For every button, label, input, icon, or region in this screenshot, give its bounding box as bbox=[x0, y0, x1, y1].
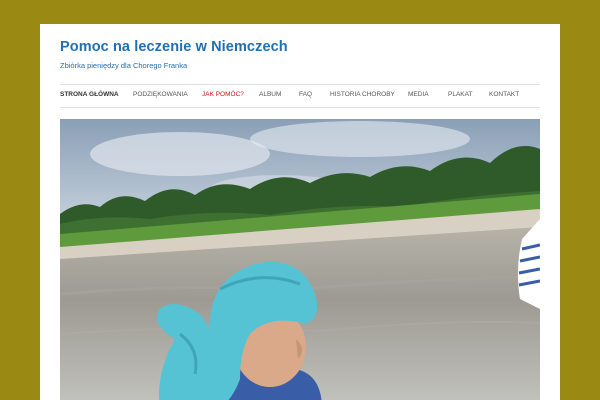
header-image bbox=[60, 119, 540, 400]
site-description: Zbiórka pieniędzy dla Chorego Franka bbox=[60, 61, 188, 70]
page-container: Pomoc na leczenie w Niemczech Zbiórka pi… bbox=[40, 24, 560, 400]
nav-item-media[interactable]: MEDIA bbox=[408, 91, 429, 98]
site-title[interactable]: Pomoc na leczenie w Niemczech bbox=[60, 39, 288, 55]
nav-item-contact[interactable]: KONTAKT bbox=[489, 91, 519, 98]
nav-item-history[interactable]: HISTORIA CHOROBY bbox=[330, 91, 395, 98]
nav-item-thanks[interactable]: PODZIĘKOWANIA bbox=[133, 91, 188, 98]
nav-item-how-to-help[interactable]: JAK POMÓC? bbox=[202, 91, 244, 98]
nav-item-album[interactable]: ALBUM bbox=[259, 91, 281, 98]
nav-item-poster[interactable]: PLAKAT bbox=[448, 91, 472, 98]
nav-item-faq[interactable]: FAQ bbox=[299, 91, 312, 98]
main-navigation: STRONA GŁÓWNA PODZIĘKOWANIA JAK POMÓC? A… bbox=[60, 84, 540, 108]
nav-item-home[interactable]: STRONA GŁÓWNA bbox=[60, 91, 119, 98]
lake-photo bbox=[60, 119, 540, 400]
